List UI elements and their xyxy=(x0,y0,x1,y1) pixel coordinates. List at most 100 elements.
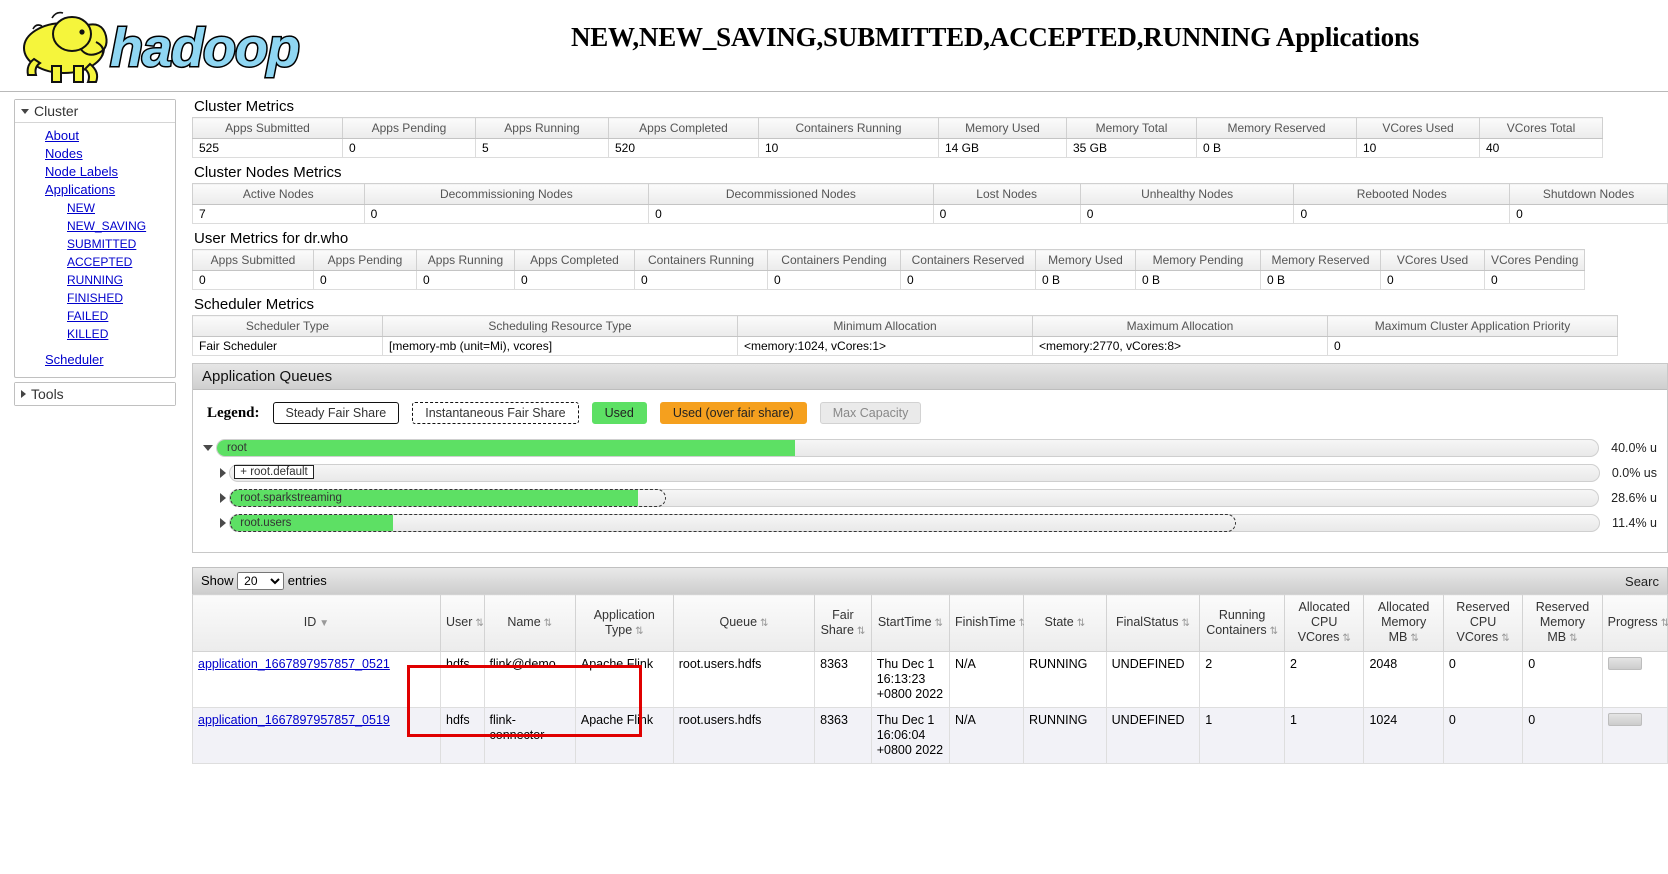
sort-arrow-icon[interactable]: ▼ xyxy=(319,618,329,629)
cluster-metrics-wrap: Apps Submitted Apps Pending Apps Running Ap… xyxy=(192,117,1668,158)
application-id-cell[interactable]: application_1667897957857_0521 xyxy=(192,651,441,708)
column-header-reserved-memory-mb[interactable]: Reserved Memory MB ⇅ xyxy=(1522,594,1603,652)
queue-name[interactable]: root.sparkstreaming xyxy=(240,492,342,504)
column-header-label: FinishTime xyxy=(955,615,1016,629)
sort-arrow-icon[interactable]: ⇅ xyxy=(1661,618,1668,629)
queue-capacity-bar[interactable]: root xyxy=(216,439,1600,457)
sidebar-item-new[interactable]: NEW xyxy=(15,199,175,217)
chevron-right-icon[interactable] xyxy=(220,468,227,478)
sort-arrow-icon[interactable]: ⇅ xyxy=(475,618,483,629)
legend-item-steady: Steady Fair Share xyxy=(272,402,400,424)
sidebar-item-killed[interactable]: KILLED xyxy=(15,325,175,343)
sort-arrow-icon[interactable]: ⇅ xyxy=(1270,626,1278,637)
queue-name[interactable]: + root.default xyxy=(234,465,314,479)
sidebar-item-applications[interactable]: Applications xyxy=(15,181,175,199)
column-header-allocated-cpu-vcores[interactable]: Allocated CPU VCores ⇅ xyxy=(1284,594,1365,652)
table-cell: <memory:2770, vCores:8> xyxy=(1032,336,1328,356)
column-header-name[interactable]: Name ⇅ xyxy=(483,594,576,652)
sidebar-item-scheduler[interactable]: Scheduler xyxy=(15,351,175,369)
progress-bar xyxy=(1607,657,1642,670)
table-cell: 0 xyxy=(1509,204,1668,224)
sort-arrow-icon[interactable]: ⇅ xyxy=(1342,633,1350,644)
column-header-finalstatus[interactable]: FinalStatus ⇅ xyxy=(1105,594,1201,652)
column-header: Minimum Allocation xyxy=(737,315,1033,337)
column-header-state[interactable]: State ⇅ xyxy=(1022,594,1107,652)
chevron-down-icon[interactable] xyxy=(203,445,213,451)
queue-capacity-bar[interactable]: root.sparkstreaming xyxy=(229,489,1600,507)
queue-capacity-bar[interactable]: root.users xyxy=(229,514,1601,532)
application-id-cell[interactable]: application_1667897957857_0519 xyxy=(192,707,441,764)
queue-capacity-bar[interactable]: + root.default xyxy=(229,464,1600,482)
sort-arrow-icon[interactable]: ⇅ xyxy=(1410,633,1418,644)
table-header-row: Active Nodes Decommissioning Nodes Decommi… xyxy=(192,183,1668,205)
sidebar-item-new-saving[interactable]: NEW_SAVING xyxy=(15,217,175,235)
sidebar-tools-label: Tools xyxy=(31,386,64,402)
sort-arrow-icon[interactable]: ⇅ xyxy=(857,626,865,637)
application-type-cell: Apache Flink xyxy=(574,651,674,708)
column-header-running-containers[interactable]: Running Containers ⇅ xyxy=(1199,594,1286,652)
sidebar-tools-header[interactable]: Tools xyxy=(15,383,175,405)
column-header-application-type[interactable]: Application Type ⇅ xyxy=(574,594,674,652)
column-header-label: Progress xyxy=(1607,615,1658,629)
column-header-finishtime[interactable]: FinishTime⇅ xyxy=(949,594,1027,652)
legend-item-maxcap: Max Capacity xyxy=(819,402,922,424)
application-id-link[interactable]: application_1667897957857_0521 xyxy=(198,657,390,671)
chevron-right-icon[interactable] xyxy=(220,493,227,503)
sidebar-item-submitted[interactable]: SUBMITTED xyxy=(15,235,175,253)
svg-text:hadoop: hadoop xyxy=(110,18,299,78)
queue-name[interactable]: root.users xyxy=(240,517,291,529)
sidebar-item-finished[interactable]: FINISHED xyxy=(15,289,175,307)
table-cell: 0 xyxy=(416,270,515,290)
table-cell: [memory-mb (unit=Mi), vcores] xyxy=(382,336,738,356)
sort-arrow-icon[interactable]: ⇅ xyxy=(1569,633,1577,644)
sort-arrow-icon[interactable]: ⇅ xyxy=(935,618,943,629)
sort-arrow-icon[interactable]: ⇅ xyxy=(1181,618,1189,629)
column-header-id[interactable]: ID ▼ xyxy=(192,594,441,652)
page-size-select[interactable]: 20406080100 xyxy=(237,572,285,590)
progress-cell xyxy=(1601,707,1668,764)
column-header: Maximum Cluster Application Priority xyxy=(1327,315,1618,337)
column-header-label: Running Containers xyxy=(1206,607,1267,637)
fair-share-cell: 8363 xyxy=(814,707,872,764)
sidebar-item-accepted[interactable]: ACCEPTED xyxy=(15,253,175,271)
user-metrics-title: User Metrics for dr.who xyxy=(194,230,349,247)
finish-time-cell: N/A xyxy=(949,651,1024,708)
column-header-user[interactable]: User ⇅ xyxy=(440,594,485,652)
name-cell: flink@demo xyxy=(483,651,576,708)
table-row: Fair Scheduler [memory-mb (unit=Mi), vcor… xyxy=(192,336,1618,356)
column-header-starttime[interactable]: StartTime ⇅ xyxy=(870,594,951,652)
application-id-link[interactable]: application_1667897957857_0519 xyxy=(198,713,390,727)
sidebar-item-running[interactable]: RUNNING xyxy=(15,271,175,289)
table-cell: 0 xyxy=(634,270,768,290)
column-header-label: ID xyxy=(303,615,317,629)
column-header-fair-share[interactable]: Fair Share ⇅ xyxy=(814,594,872,652)
column-header: Apps Submitted xyxy=(192,249,314,271)
table-cell: 10 xyxy=(1356,138,1480,158)
sort-arrow-icon[interactable]: ⇅ xyxy=(760,618,768,629)
sort-arrow-icon[interactable]: ⇅ xyxy=(1501,633,1509,644)
application-queues-title: Application Queues xyxy=(193,364,1667,390)
table-cell: 520 xyxy=(608,138,759,158)
column-header-progress[interactable]: Progress ⇅ xyxy=(1601,594,1668,652)
column-header-label: Fair Share xyxy=(820,607,854,637)
column-header: Scheduling Resource Type xyxy=(382,315,738,337)
applications-table-body: application_1667897957857_0521 hdfs flink@… xyxy=(192,651,1668,764)
table-cell: 0 xyxy=(1079,204,1295,224)
column-header-reserved-cpu-vcores[interactable]: Reserved CPU VCores ⇅ xyxy=(1442,594,1524,652)
sidebar-item-nodes[interactable]: Nodes xyxy=(15,145,175,163)
column-header-queue[interactable]: Queue ⇅ xyxy=(672,594,816,652)
reserved-cpu-vcores-cell: 0 xyxy=(1442,651,1524,708)
sort-arrow-icon[interactable]: ⇅ xyxy=(544,618,552,629)
sidebar-cluster-header[interactable]: Cluster xyxy=(15,100,175,123)
queue-usage-percent: 0.0% us xyxy=(1611,466,1657,480)
queue-name[interactable]: root xyxy=(227,442,247,454)
sort-arrow-icon[interactable]: ⇅ xyxy=(635,626,643,637)
sidebar-item-about[interactable]: About xyxy=(15,127,175,145)
chevron-right-icon[interactable] xyxy=(220,518,227,528)
sidebar-item-node-labels[interactable]: Node Labels xyxy=(15,163,175,181)
column-header-allocated-memory-mb[interactable]: Allocated Memory MB ⇅ xyxy=(1363,594,1444,652)
queue-cell: root.users.hdfs xyxy=(672,707,816,764)
sidebar-item-failed[interactable]: FAILED xyxy=(15,307,175,325)
sort-arrow-icon[interactable]: ⇅ xyxy=(1077,618,1085,629)
queue-usage-percent: 11.4% u xyxy=(1612,516,1657,530)
